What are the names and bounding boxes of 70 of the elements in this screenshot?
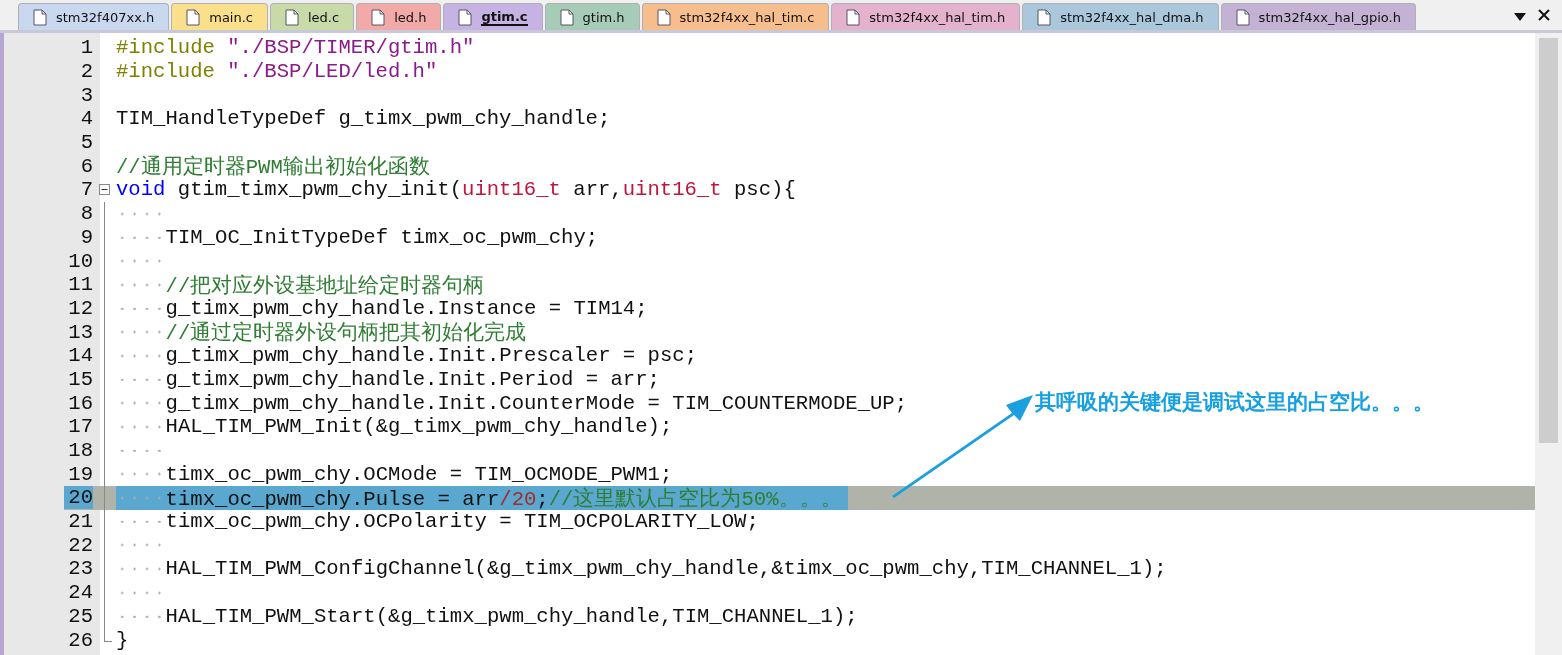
file-tab[interactable]: stm32f4xx_hal_tim.h [831, 3, 1021, 30]
file-tab[interactable]: gtim.c [443, 3, 543, 30]
scrollbar-thumb[interactable] [1539, 38, 1558, 443]
line-number: 15 [67, 367, 93, 391]
file-icon [186, 8, 201, 26]
file-icon [371, 8, 386, 26]
line-number: 20 [64, 486, 93, 510]
line-number: 10 [67, 249, 93, 273]
line-number: 5 [79, 131, 93, 155]
line-number: 11 [67, 273, 93, 297]
code-line: timx_oc_pwm_chy.Pulse = arr/20;//这里默认占空比为50%。。。 [165, 486, 842, 512]
code-line: HAL_TIM_PWM_Init(&g_timx_pwm_chy_handle); [165, 415, 673, 439]
line-number: 24 [67, 581, 93, 605]
code-line: //通过定时器外设句柄把其初始化完成 [165, 320, 527, 346]
code-line: #include "./BSP/LED/led.h" [116, 60, 438, 84]
line-number: 8 [79, 202, 93, 226]
code-line: g_timx_pwm_chy_handle.Instance = TIM14; [165, 296, 648, 320]
file-tab[interactable]: led.c [270, 3, 355, 30]
line-number: 18 [67, 439, 93, 463]
line-number: 6 [79, 154, 93, 178]
line-number: 26 [67, 628, 93, 652]
code-line: void gtim_timx_pwm_chy_init(uint16_t arr,uint16_t psc){ [116, 178, 796, 202]
file-tab[interactable]: main.c [171, 3, 268, 30]
line-number: 25 [67, 604, 93, 628]
file-icon [458, 8, 473, 26]
file-tab[interactable]: gtim.h [544, 3, 640, 30]
file-icon [846, 8, 861, 26]
line-number: 2 [79, 60, 93, 84]
code-line: TIM_OC_InitTypeDef timx_oc_pwm_chy; [165, 225, 599, 249]
line-number: 16 [67, 391, 93, 415]
code-line: HAL_TIM_PWM_ConfigChannel(&g_timx_pwm_chy_handle,&timx_oc_pwm_chy,TIM_CHANNEL_1); [165, 557, 1167, 581]
file-icon [1235, 8, 1250, 26]
file-icon [1037, 8, 1052, 26]
annotation-text: 其呼吸的关键便是调试这里的占空比。。。 [1035, 389, 1434, 416]
line-number: 12 [67, 296, 93, 320]
collapse-icon[interactable] [99, 184, 110, 196]
code-line: timx_oc_pwm_chy.OCPolarity = TIM_OCPOLARITY_LOW; [165, 510, 759, 534]
file-tab[interactable]: stm32f4xx_hal_gpio.h [1220, 3, 1416, 30]
line-number: 23 [67, 557, 93, 581]
file-icon [285, 8, 299, 26]
code-line: //把对应外设基地址给定时器句柄 [165, 273, 485, 299]
code-line: } [116, 628, 129, 652]
code-line: TIM_HandleTypeDef g_timx_pwm_chy_handle; [116, 107, 611, 131]
file-tab[interactable]: led.h [356, 3, 442, 30]
code-line: //通用定时器PWM输出初始化函数 [116, 154, 430, 180]
line-number: 7 [79, 178, 93, 202]
file-icon [559, 8, 574, 26]
line-number: 3 [79, 83, 93, 107]
code-line: HAL_TIM_PWM_Start(&g_timx_pwm_chy_handle,TIM_CHANNEL_1); [165, 604, 858, 628]
file-icon [656, 8, 671, 26]
file-tab[interactable]: stm32f4xx_hal_tim.c [641, 3, 830, 30]
code-line: g_timx_pwm_chy_handle.Init.CounterMode = TIM_COUNTERMODE_UP; [165, 391, 908, 415]
code-line: #include "./BSP/TIMER/gtim.h" [116, 36, 475, 60]
file-tab[interactable]: stm32f4xx_hal_dma.h [1022, 3, 1219, 30]
line-number: 9 [79, 225, 93, 249]
code-line: timx_oc_pwm_chy.OCMode = TIM_OCMODE_PWM1; [165, 462, 673, 486]
file-tab[interactable]: stm32f407xx.h [18, 3, 170, 30]
code-line: g_timx_pwm_chy_handle.Init.Period = arr; [165, 367, 660, 391]
line-number: 17 [67, 415, 93, 439]
line-number: 21 [67, 510, 93, 534]
line-number: 22 [67, 533, 93, 557]
close-icon[interactable] [1538, 9, 1550, 21]
file-icon [33, 8, 47, 26]
dropdown-icon[interactable] [1514, 13, 1526, 21]
line-number: 4 [79, 107, 93, 131]
line-number: 19 [67, 462, 93, 486]
line-number: 14 [67, 344, 93, 368]
line-number: 13 [67, 320, 93, 344]
line-number: 1 [79, 36, 93, 60]
code-line: g_timx_pwm_chy_handle.Init.Prescaler = psc; [165, 344, 697, 368]
